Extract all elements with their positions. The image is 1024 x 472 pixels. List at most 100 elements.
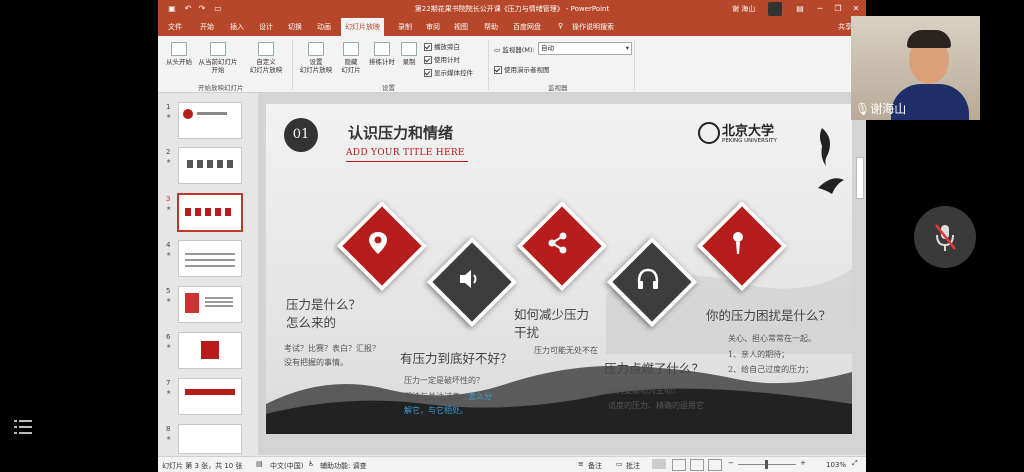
- close-icon[interactable]: ✕: [850, 3, 862, 15]
- tab-file[interactable]: 文件: [168, 22, 182, 32]
- monitor-label: ▭ 监视器(M):: [494, 46, 535, 54]
- show-media-controls-checkbox[interactable]: 显示媒体控件: [424, 67, 473, 77]
- tab-help[interactable]: 帮助: [484, 22, 498, 32]
- tab-view[interactable]: 视图: [454, 22, 468, 32]
- slide-sorter-button[interactable]: [672, 459, 686, 471]
- restore-icon[interactable]: ❐: [832, 3, 844, 15]
- use-timings-checkbox[interactable]: 使用计时: [424, 54, 460, 64]
- tab-slideshow[interactable]: 幻灯片放映: [341, 18, 384, 36]
- thumb-graphic: [185, 389, 235, 395]
- notes-button[interactable]: 备注: [588, 461, 602, 471]
- slide-thumbnail-8[interactable]: [178, 424, 242, 454]
- thumb-number: 3: [166, 195, 171, 203]
- play-narration-checkbox[interactable]: 播放旁白: [424, 41, 460, 51]
- slide-thumbnail-6[interactable]: [178, 332, 242, 369]
- question-2: 有压力到底好不好？: [400, 351, 513, 366]
- location-pin-icon: [369, 232, 387, 254]
- vertical-scrollbar-thumb[interactable]: [856, 157, 864, 199]
- question-3-detail-1: 压力可能无处不在: [534, 346, 598, 355]
- share-button[interactable]: 共享: [838, 22, 852, 32]
- slide-thumbnail-1[interactable]: [178, 102, 242, 139]
- question-5-detail-1: 关心、担心常常在一起。: [728, 334, 816, 343]
- participant-hair: [907, 30, 951, 48]
- logo-chinese: 北京大学: [722, 124, 775, 139]
- group-label-setup: 设置: [382, 84, 395, 92]
- menu-list-icon[interactable]: [12, 416, 34, 438]
- question-5: 你的压力困扰是什么？: [706, 308, 832, 323]
- slide-thumbnail-pane: 1 ★ 2 ★ 3 ★ 4 ★ 5 ★ 6 ★ 7 ★ 8 ★: [158, 93, 258, 455]
- spellcheck-icon[interactable]: ▤: [256, 460, 263, 468]
- hide-slide-button[interactable]: 隐藏 幻灯片: [336, 42, 366, 74]
- tab-design[interactable]: 设计: [259, 22, 273, 32]
- question-2-detail-2: 期待与关注过高，怎么分: [404, 392, 492, 401]
- notes-icon: ≡: [578, 460, 584, 468]
- tell-me-search[interactable]: 操作说明搜索: [572, 22, 614, 32]
- share-icon: [548, 232, 567, 254]
- microphone-icon: [733, 232, 743, 254]
- slide-thumbnail-5[interactable]: [178, 286, 242, 323]
- window-title: 第22期花果书院院长公开课《压力与情绪管理》 - PowerPoint: [414, 5, 610, 13]
- question-3-line-2: 干扰: [514, 325, 540, 340]
- slide-thumbnail-7[interactable]: [178, 378, 242, 415]
- custom-slideshow-button[interactable]: 自定义 幻灯片放映: [244, 42, 288, 74]
- ribbon-separator: [634, 40, 635, 90]
- reading-view-button[interactable]: [690, 459, 704, 471]
- animation-star-icon: ★: [166, 435, 172, 442]
- thumb-number: 2: [166, 148, 171, 156]
- tab-review[interactable]: 审阅: [426, 22, 440, 32]
- thumb-graphic: [201, 341, 219, 359]
- question-2-detail-3: 解它，与它相处。: [404, 406, 468, 415]
- slide-thumbnail-3[interactable]: [177, 193, 243, 232]
- rehearse-timings-button[interactable]: 排练计时: [366, 42, 398, 66]
- record-button[interactable]: 录制: [398, 42, 420, 66]
- tab-home[interactable]: 开始: [200, 22, 214, 32]
- tab-animations[interactable]: 动画: [317, 22, 331, 32]
- slide-thumbnail-2[interactable]: [178, 147, 242, 184]
- animation-star-icon: ★: [166, 343, 172, 350]
- play-from-start-icon: [171, 42, 187, 56]
- tab-transitions[interactable]: 切换: [288, 22, 302, 32]
- slide-thumbnail-4[interactable]: [178, 240, 242, 277]
- thumb-number: 5: [166, 287, 171, 295]
- question-4-detail-1: 如何变被动为主动？: [608, 386, 680, 395]
- setup-slideshow-button[interactable]: 设置 幻灯片放映: [296, 42, 336, 74]
- language-indicator[interactable]: 中文(中国): [270, 461, 303, 471]
- minimize-icon[interactable]: ─: [814, 3, 826, 15]
- question-5-detail-3: 2、给自己过度的压力；: [728, 365, 814, 374]
- normal-view-button[interactable]: [652, 459, 666, 469]
- zoom-level[interactable]: 103%: [826, 461, 846, 469]
- microphone-icon: 🎙: [855, 102, 871, 116]
- ribbon-display-icon[interactable]: ▤: [794, 3, 806, 15]
- thumb-graphic: [185, 208, 235, 216]
- title-bar: ▣ ↶ ↷ ▭ 第22期花果书院院长公开课《压力与情绪管理》 - PowerPo…: [158, 0, 866, 18]
- question-4: 压力点燃了什么？: [604, 361, 705, 376]
- animation-star-icon: ★: [166, 113, 172, 120]
- hide-slide-icon: [343, 42, 359, 56]
- slideshow-view-button[interactable]: [708, 459, 722, 471]
- comments-button[interactable]: 批注: [626, 461, 640, 471]
- checkbox-checked-icon: [424, 56, 432, 64]
- zoom-in-icon[interactable]: +: [800, 459, 806, 467]
- question-1-line-2: 怎么来的: [286, 315, 337, 330]
- thumb-number: 8: [166, 425, 171, 433]
- from-current-button[interactable]: 从当前幻灯片 开始: [198, 42, 238, 74]
- tab-insert[interactable]: 插入: [230, 22, 244, 32]
- tab-record[interactable]: 录制: [398, 22, 412, 32]
- presenter-view-checkbox[interactable]: 使用演示者视图: [494, 64, 550, 74]
- section-number-badge: 01: [284, 118, 318, 152]
- peking-university-seal: [698, 122, 720, 144]
- zoom-slider-thumb[interactable]: [765, 460, 768, 469]
- from-beginning-button[interactable]: 从头开始: [162, 42, 196, 66]
- status-bar: 幻灯片 第 3 张，共 10 张 ▤ 中文(中国) ♿ 辅助功能: 调查 ≡ 备…: [158, 456, 866, 472]
- current-slide[interactable]: 01 认识压力和情绪 ADD YOUR TITLE HERE 北京大学 PEKI…: [266, 104, 852, 434]
- fit-to-window-icon[interactable]: ⤢: [852, 459, 858, 468]
- monitor-select[interactable]: 自动 ▾: [538, 42, 632, 55]
- mute-microphone-button[interactable]: [914, 206, 976, 268]
- user-avatar[interactable]: [768, 2, 782, 16]
- checkbox-checked-icon: [494, 66, 502, 74]
- tab-baidu-netdisk[interactable]: 百度网盘: [513, 22, 541, 32]
- zoom-out-icon[interactable]: −: [728, 459, 734, 467]
- accessibility-status[interactable]: 辅助功能: 调查: [320, 461, 367, 471]
- ribbon: 从头开始 从当前幻灯片 开始 自定义 幻灯片放映 开始放映幻灯片 设置 幻灯片放…: [158, 36, 866, 93]
- question-3-line-1: 如何减少压力: [514, 307, 590, 322]
